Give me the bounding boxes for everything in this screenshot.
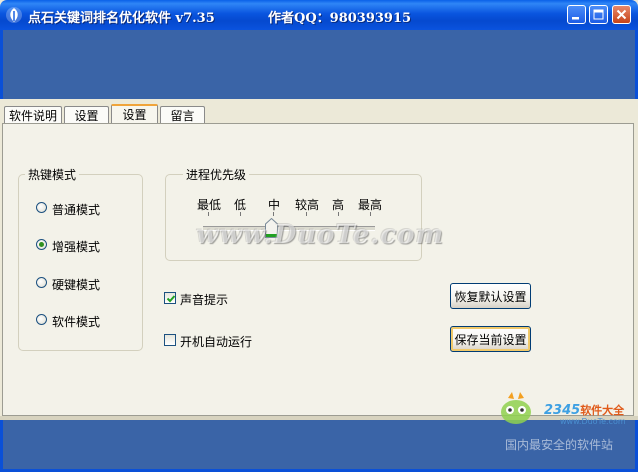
radio-button[interactable] (36, 314, 47, 325)
close-button[interactable] (612, 5, 631, 24)
slider-tick (273, 212, 274, 216)
close-icon (616, 9, 627, 20)
priority-label-high: 高 (332, 198, 345, 212)
minimize-icon (572, 17, 579, 20)
restore-defaults-button[interactable]: 恢复默认设置 (450, 283, 531, 309)
sound-prompt-checkbox[interactable] (164, 292, 176, 304)
slider-tick (240, 212, 241, 216)
hotkey-mode-title: 热键模式 (25, 166, 80, 183)
tab-settings-2[interactable]: 设置 (111, 104, 158, 124)
app-leaf-icon (6, 7, 22, 23)
brand-slogan: 国内最安全的软件站 (505, 438, 614, 452)
title-bar[interactable]: 点石关键词排名优化软件 v7.35 作者QQ：980393915 (0, 0, 638, 30)
priority-label-lowest: 最低 (197, 198, 222, 212)
radio-button[interactable] (36, 202, 47, 213)
minimize-button[interactable] (567, 5, 586, 24)
autorun-checkbox[interactable] (164, 334, 176, 346)
checkmark-icon (166, 295, 176, 303)
brand-mascot-logo (501, 392, 531, 424)
priority-label-normal: 中 (268, 198, 281, 212)
priority-label-above-normal: 较高 (295, 198, 320, 212)
process-priority-title: 进程优先级 (183, 166, 250, 183)
maximize-icon (593, 9, 604, 20)
radio-button-checked[interactable] (36, 239, 47, 250)
brand-url: www.DuoTe.com (560, 417, 626, 426)
tab-settings-1[interactable]: 设置 (64, 106, 109, 124)
author-qq: 作者QQ：980393915 (268, 11, 412, 26)
window-title: 点石关键词排名优化软件 v7.35 (28, 11, 215, 26)
duote-watermark: www.DuoTe.com (196, 220, 445, 250)
tab-software-info[interactable]: 软件说明 (4, 106, 62, 124)
slider-tick (208, 212, 209, 216)
slider-tick (338, 212, 339, 216)
radio-button[interactable] (36, 277, 47, 288)
header-banner (0, 30, 638, 99)
save-settings-button[interactable]: 保存当前设置 (450, 326, 531, 352)
app-window: 点石关键词排名优化软件 v7.35 作者QQ：980393915 软件说明 设置… (0, 0, 638, 472)
priority-label-low: 低 (234, 198, 247, 212)
maximize-button[interactable] (589, 5, 608, 24)
slider-tick (306, 212, 307, 216)
brand-name: 2345软件大全 (544, 403, 625, 418)
tab-message[interactable]: 留言 (160, 106, 205, 124)
priority-label-highest: 最高 (358, 198, 383, 212)
slider-tick (370, 212, 371, 216)
